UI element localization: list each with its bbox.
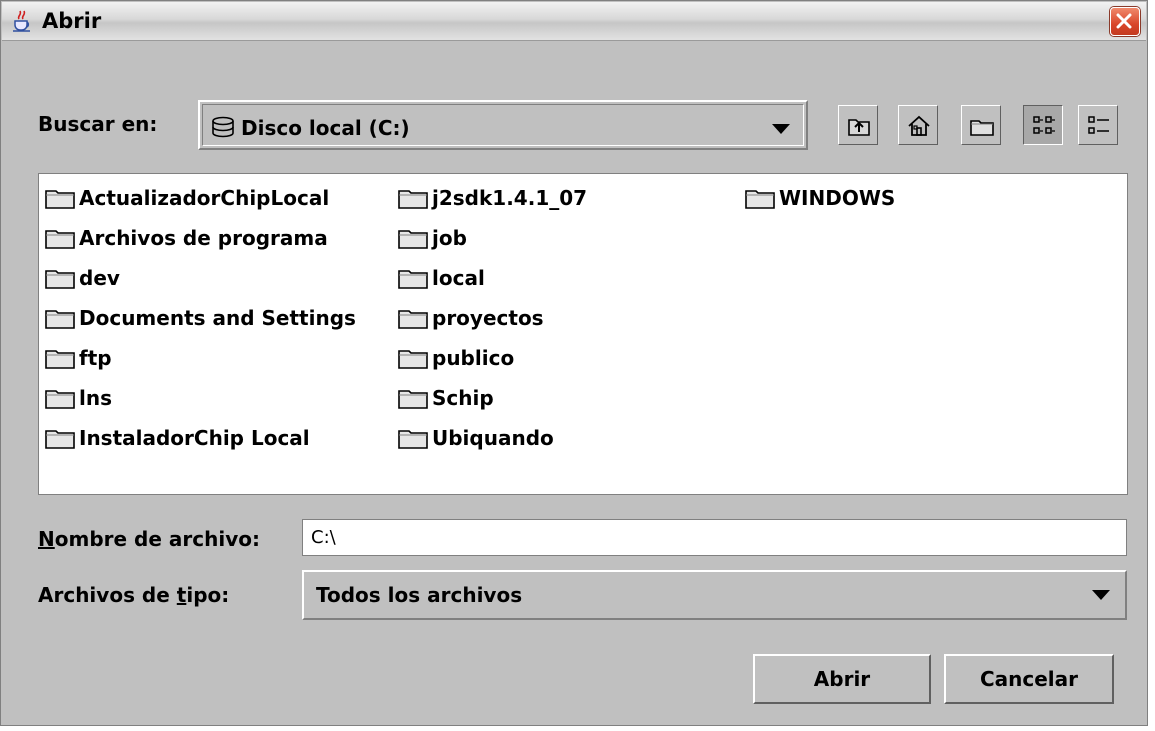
list-item[interactable]: job [398, 220, 467, 256]
file-name: proyectos [432, 306, 544, 330]
folder-icon [45, 350, 75, 369]
filename-label-text: ombre de archivo: [54, 527, 260, 551]
folder-icon [45, 390, 75, 409]
file-name: Schip [432, 386, 494, 410]
list-view-button[interactable] [1023, 105, 1063, 145]
close-button[interactable] [1110, 7, 1140, 36]
file-name: Ubiquando [432, 426, 554, 450]
filetype-label-mnemonic: t [176, 583, 187, 607]
filename-field[interactable] [302, 519, 1127, 556]
lookin-label: Buscar en: [38, 112, 158, 136]
open-button[interactable]: Abrir [753, 654, 931, 704]
new-folder-icon [970, 120, 994, 136]
filename-input[interactable] [303, 520, 1126, 555]
folder-icon [398, 310, 428, 329]
list-item[interactable]: dev [45, 260, 120, 296]
filetype-value: Todos los archivos [316, 583, 523, 607]
folder-icon [45, 270, 75, 289]
details-view-icon [1088, 116, 1109, 134]
list-item[interactable]: ftp [45, 340, 112, 376]
folder-icon [398, 350, 428, 369]
folder-icon [745, 190, 775, 209]
home-icon [908, 115, 930, 136]
title-bar[interactable]: Abrir [2, 2, 1146, 41]
folder-icon [398, 430, 428, 449]
details-view-button[interactable] [1078, 105, 1118, 145]
list-item[interactable]: WINDOWS [745, 180, 895, 216]
folder-icon [45, 190, 75, 209]
cancel-button[interactable]: Cancelar [944, 654, 1114, 704]
file-name: dev [79, 266, 120, 290]
file-name: WINDOWS [779, 186, 896, 210]
lookin-combo-field: Disco local (C:) [202, 104, 804, 146]
open-dialog: Abrir Buscar en: Disco local (C:) Actual… [0, 0, 1148, 726]
list-item[interactable]: j2sdk1.4.1_07 [398, 180, 587, 216]
file-name: ActualizadorChipLocal [79, 186, 330, 210]
file-name: Documents and Settings [79, 306, 356, 330]
lookin-combo[interactable]: Disco local (C:) [198, 100, 808, 150]
close-icon [1116, 13, 1132, 29]
folder-icon [398, 190, 428, 209]
folder-icon [45, 230, 75, 249]
up-one-level-icon [848, 119, 870, 136]
list-item[interactable]: Ubiquando [398, 420, 554, 456]
file-name: lns [79, 386, 112, 410]
list-item[interactable]: lns [45, 380, 112, 416]
list-item[interactable]: InstaladorChip Local [45, 420, 310, 456]
list-item[interactable]: ActualizadorChipLocal [45, 180, 329, 216]
filetype-label-after: ipo: [186, 583, 230, 607]
filetype-label: Archivos de tipo: [38, 583, 229, 607]
file-list[interactable]: ActualizadorChipLocal Archivos de progra… [38, 173, 1128, 495]
list-item[interactable]: local [398, 260, 485, 296]
lookin-value: Disco local (C:) [241, 116, 410, 140]
new-folder-button[interactable] [961, 105, 1001, 145]
up-one-level-button[interactable] [838, 105, 878, 145]
java-cup-icon [13, 10, 30, 32]
disk-drive-icon [212, 116, 234, 138]
file-name: j2sdk1.4.1_07 [432, 186, 588, 210]
file-name: local [432, 266, 485, 290]
window-title: Abrir [42, 9, 102, 33]
list-item[interactable]: Archivos de programa [45, 220, 328, 256]
file-name: Archivos de programa [79, 226, 328, 250]
list-item[interactable]: publico [398, 340, 514, 376]
filetype-combo[interactable]: Todos los archivos [302, 570, 1127, 620]
filename-label-mnemonic: N [38, 527, 55, 551]
file-name: publico [432, 346, 515, 370]
filetype-label-before: Archivos de [38, 583, 177, 607]
folder-icon [45, 310, 75, 329]
folder-icon [45, 430, 75, 449]
folder-icon [398, 390, 428, 409]
file-name: job [432, 226, 467, 250]
folder-icon [398, 270, 428, 289]
list-view-icon [1033, 116, 1055, 134]
home-button[interactable] [898, 105, 938, 145]
file-name: InstaladorChip Local [79, 426, 310, 450]
chevron-down-icon[interactable] [771, 123, 791, 135]
list-item[interactable]: Documents and Settings [45, 300, 356, 336]
folder-icon [398, 230, 428, 249]
filename-label: Nombre de archivo: [38, 527, 260, 551]
list-item[interactable]: Schip [398, 380, 494, 416]
file-name: ftp [79, 346, 112, 370]
chevron-down-icon[interactable] [1091, 589, 1111, 601]
list-item[interactable]: proyectos [398, 300, 544, 336]
